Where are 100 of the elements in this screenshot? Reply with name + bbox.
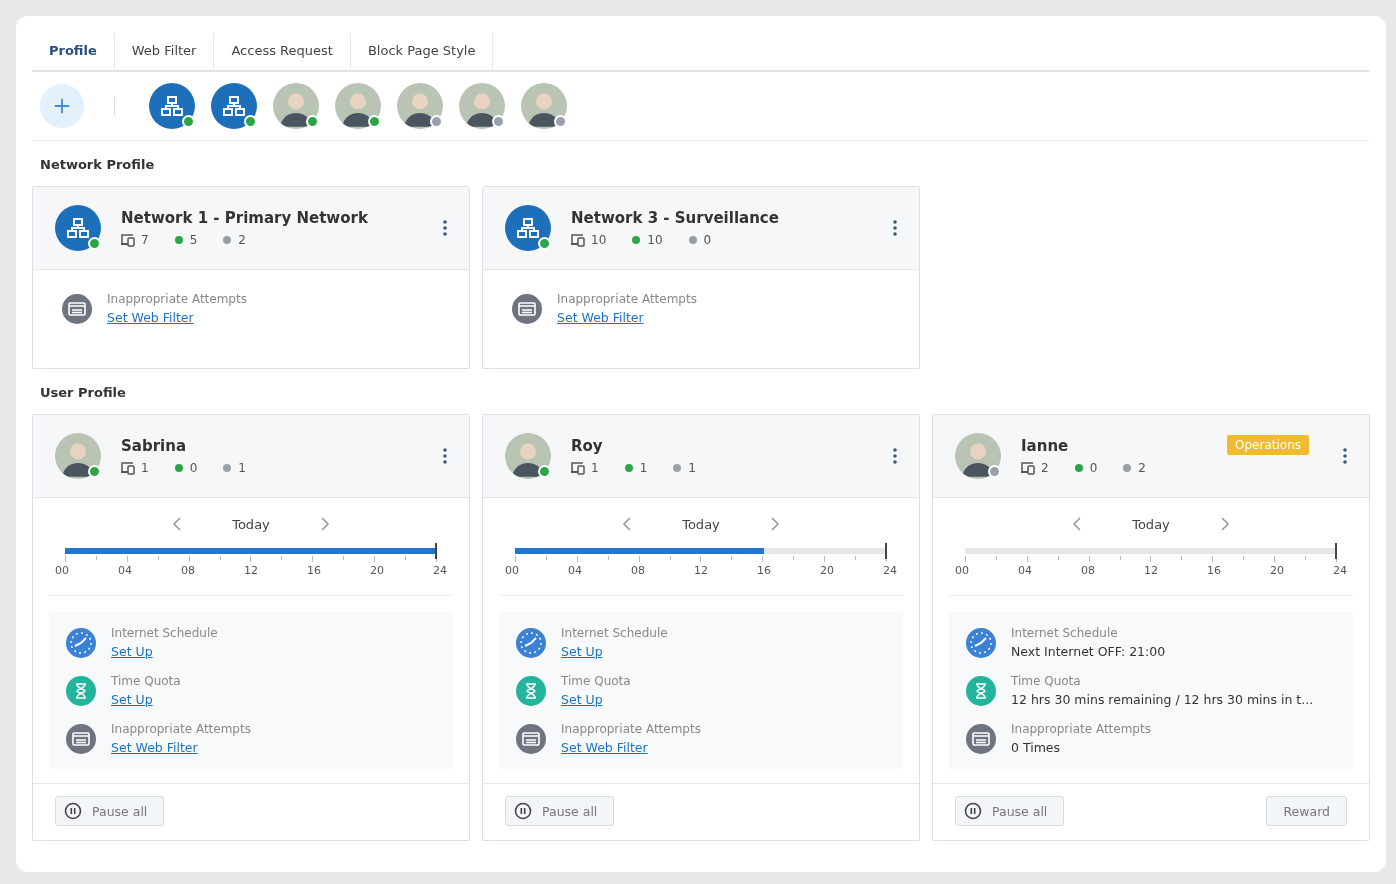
link[interactable]: Set Web Filter [111,740,251,755]
tab[interactable]: Profile [32,33,115,69]
chevron-left-icon[interactable] [622,516,633,532]
pause-all-button[interactable]: Pause all [55,796,165,826]
network-icon [505,205,551,251]
devices-icon [1021,461,1037,475]
online-count: 0 [189,461,198,475]
offline-dot [223,464,232,472]
hour-label: 00 [505,564,519,577]
offline-dot [1123,464,1132,472]
user-name: Sabrina [121,437,187,455]
device-count: 2 [1041,461,1049,475]
end-marker [435,543,437,559]
offline-count: 1 [688,461,696,475]
browser-window-icon [65,722,97,755]
device-count: 1 [141,461,149,475]
browser-window-icon [515,722,547,755]
item-label: Inappropriate Attempts [561,722,701,736]
avatar-silhouette[interactable] [459,83,505,129]
online-dot [632,236,641,244]
avatar-silhouette[interactable] [273,83,319,129]
link[interactable]: Set Web Filter [557,310,697,325]
item-label: Inappropriate Attempts [111,722,251,736]
device-count: 10 [591,233,607,247]
devices-icon [571,461,587,475]
avatar-silhouette [955,433,1001,479]
avatar-silhouette [505,433,551,479]
devices-icon [121,461,137,475]
device-count: 7 [141,233,149,247]
clock-icon [965,626,997,659]
item-label: Time Quota [1011,674,1082,688]
link[interactable]: Set Web Filter [561,740,701,755]
browser-window-icon [965,722,997,755]
tab[interactable]: Access Request [214,33,351,69]
tab[interactable]: Web Filter [114,33,215,69]
offline-count: 2 [1138,461,1146,475]
hour-label: 24 [433,564,447,577]
browser-window-icon [61,292,93,325]
network-icon[interactable] [211,83,257,129]
hourglass-icon [515,674,547,707]
online-count: 1 [639,461,648,475]
network-icon[interactable] [149,83,195,129]
button[interactable]: Reward [1266,796,1347,826]
end-marker [885,543,887,559]
clock-icon [65,626,97,659]
online-count: 10 [647,233,663,247]
item-label: Time Quota [561,674,631,688]
hour-label: 12 [1144,564,1158,577]
link[interactable]: Set Up [111,692,181,707]
pause-icon [514,802,532,820]
chevron-right-icon[interactable] [319,516,330,532]
chevron-left-icon[interactable] [172,516,183,532]
link[interactable]: Set Up [561,692,631,707]
avatar-silhouette[interactable] [521,83,567,129]
devices-icon [571,233,587,247]
section-heading: Network Profile [39,156,156,174]
pause-all-button[interactable]: Pause all [505,796,615,826]
hour-label: 08 [631,564,645,577]
link[interactable]: Set Up [561,644,668,659]
hourglass-icon [965,674,997,707]
tag: Operations [1227,435,1309,455]
link[interactable]: Set Up [111,644,218,659]
item-label: Internet Schedule [111,626,218,640]
online-count: 5 [189,233,198,247]
item-label: Inappropriate Attempts [1011,722,1151,736]
chevron-right-icon[interactable] [769,516,780,532]
item-label: Internet Schedule [561,626,668,640]
offline-dot [223,236,232,244]
hour-label: 12 [244,564,258,577]
browser-window-icon [511,292,543,325]
link[interactable]: Set Web Filter [107,310,247,325]
hourglass-icon [65,674,97,707]
hour-label: 08 [1081,564,1095,577]
devices-icon [121,233,137,247]
hour-label: 24 [1333,564,1347,577]
pause-icon [64,802,82,820]
hour-label: 20 [1270,564,1284,577]
chevron-right-icon[interactable] [1219,516,1230,532]
hour-label: 24 [883,564,897,577]
tab[interactable]: Block Page Style [350,33,494,69]
chevron-left-icon[interactable] [1072,516,1083,532]
hour-label: 16 [1207,564,1221,577]
device-count: 1 [591,461,599,475]
clock-icon [515,626,547,659]
avatar-silhouette[interactable] [335,83,381,129]
offline-count: 2 [238,233,246,247]
pause-all-button[interactable]: Pause all [955,796,1065,826]
online-count: 0 [1089,461,1098,475]
day-label: Today [232,516,270,532]
online-dot [1074,464,1083,472]
online-dot [174,464,183,472]
card-title: Network 3 - Surveillance [571,209,780,227]
network-icon [55,205,101,251]
hour-label: 20 [820,564,834,577]
avatar-silhouette[interactable] [397,83,443,129]
add-button[interactable] [40,84,84,128]
offline-count: 1 [238,461,246,475]
hour-label: 04 [118,564,132,577]
online-dot [174,236,183,244]
offline-dot [688,236,697,244]
